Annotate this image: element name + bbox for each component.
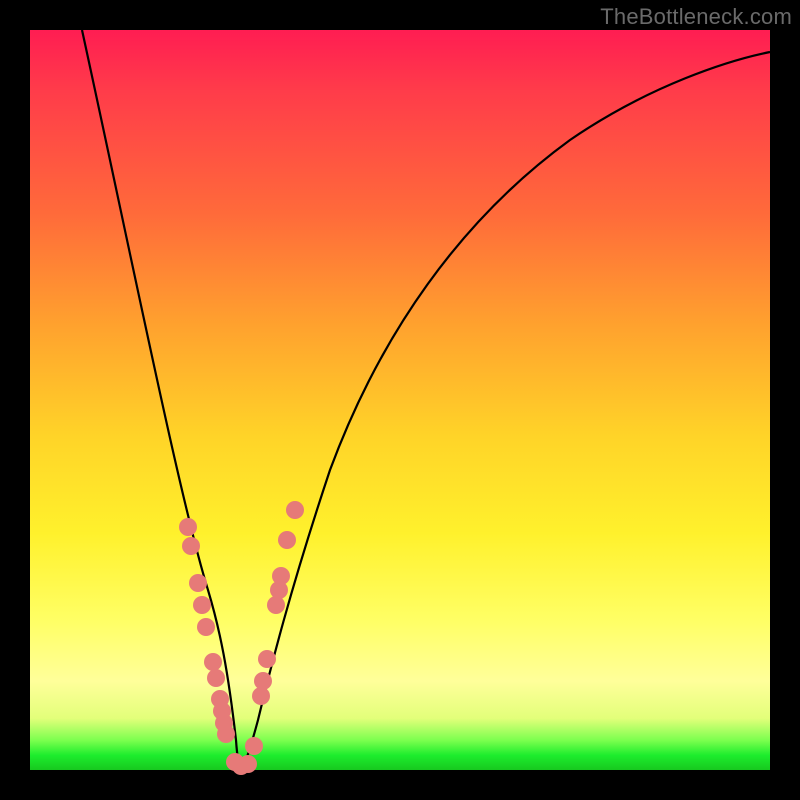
- chart-frame: TheBottleneck.com: [0, 0, 800, 800]
- watermark-text: TheBottleneck.com: [600, 4, 792, 30]
- plot-area: [30, 30, 770, 770]
- curve-layer: [30, 30, 770, 770]
- bottleneck-curve-right: [241, 52, 770, 770]
- highlight-dots: [179, 501, 304, 775]
